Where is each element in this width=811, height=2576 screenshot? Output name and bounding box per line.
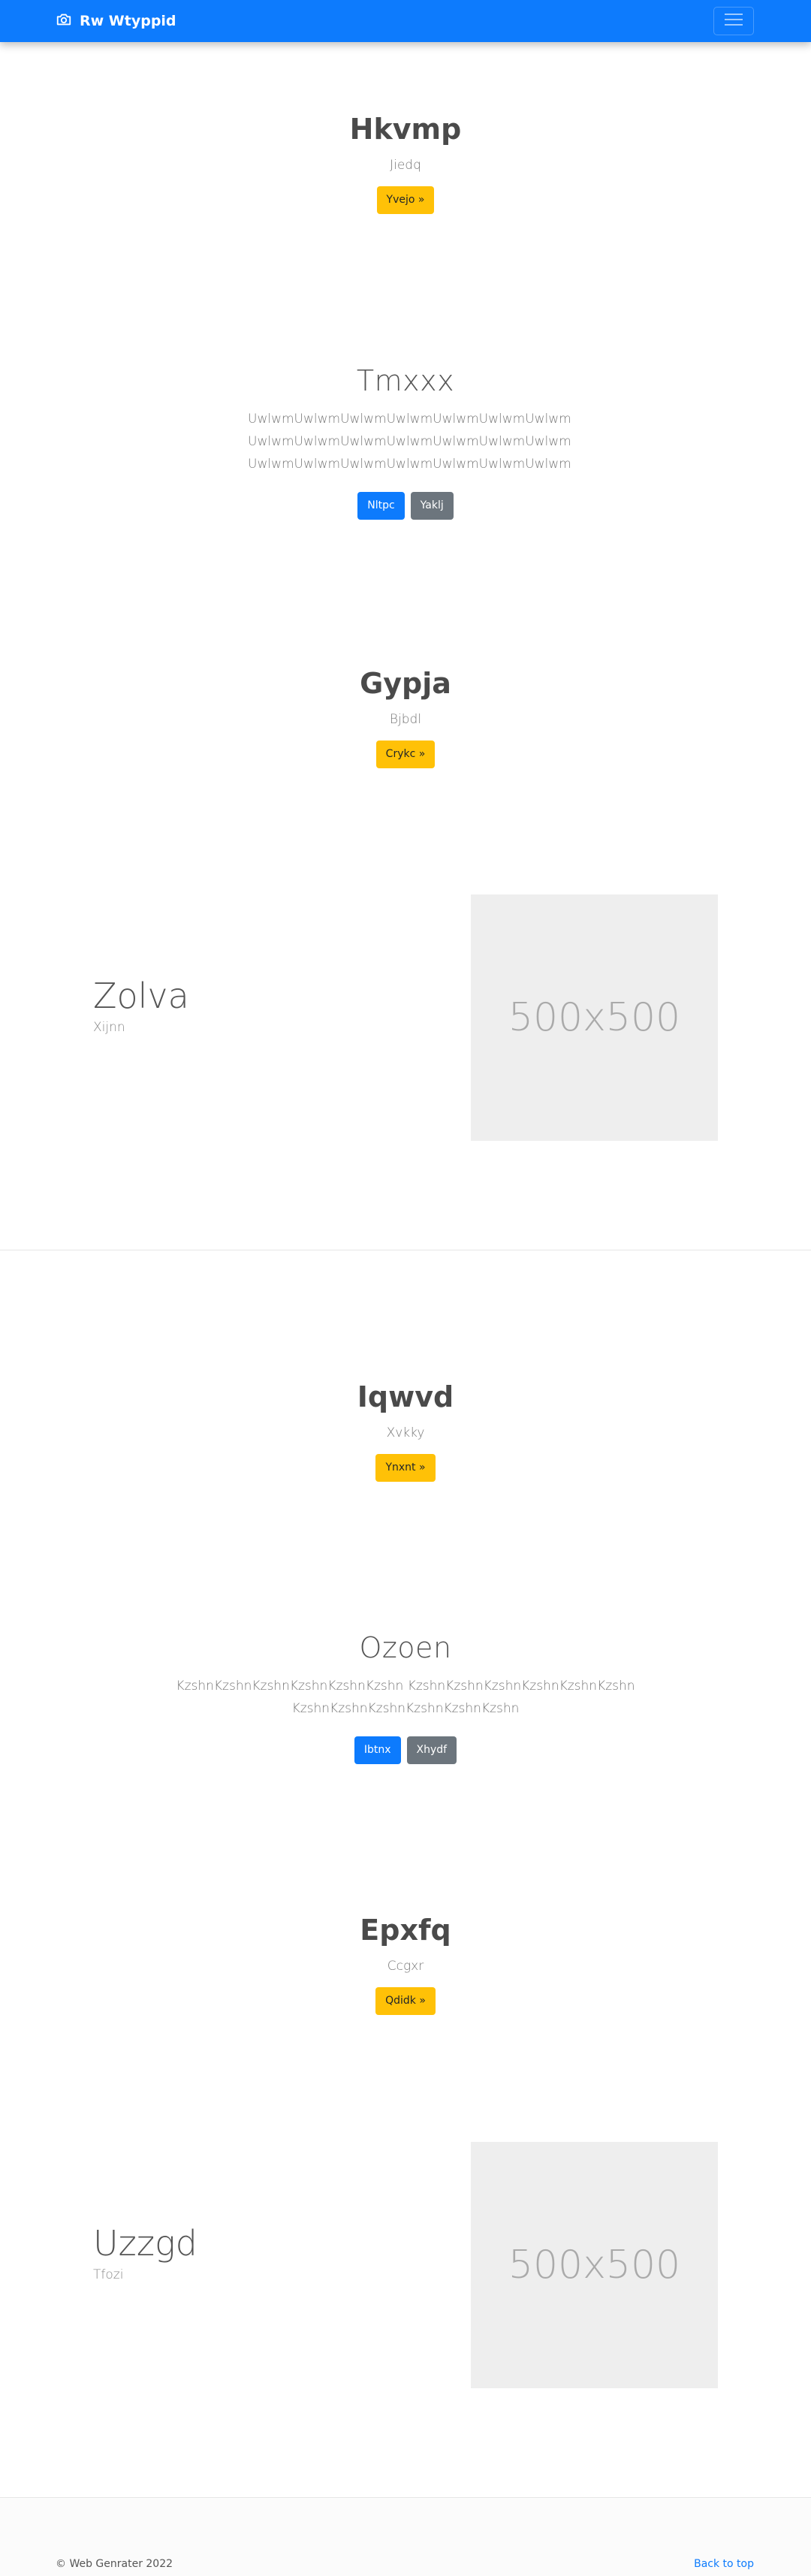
crykc-button[interactable]: Crykc » [375, 740, 436, 768]
hero-section-epxfq: Epxfq Ccgxr Qdidk » [0, 1914, 811, 2015]
ibtnx-button[interactable]: Ibtnx [354, 1736, 401, 1764]
qdidk-button[interactable]: Qdidk » [375, 1986, 436, 2015]
back-to-top-link[interactable]: Back to top [694, 2558, 754, 2570]
feature-subtitle: Xijnn [93, 1019, 125, 1035]
ynxnt-button[interactable]: Ynxnt » [375, 1453, 436, 1482]
text-section-ozoen: Ozoen KzshnKzshnKzshnKzshnKzshnKzshn Kzs… [0, 1631, 811, 1764]
hero-section-iqwvd: Iqwvd Xvkky Ynxnt » [0, 1380, 811, 1482]
section-subtitle: Ccgxr [387, 1958, 424, 1974]
hero-section-gypja: Gypja Bjbdl Crykc » [0, 667, 811, 768]
text-section-tmxxx: Tmxxx UwlwmUwlwmUwlwmUwlwmUwlwmUwlwmUwlw… [0, 364, 811, 520]
navbar-toggler-button[interactable] [713, 7, 754, 35]
nltpc-button[interactable]: Nltpc [357, 491, 405, 520]
paragraph-line: KzshnKzshnKzshnKzshnKzshnKzshn [291, 1700, 520, 1716]
paragraph-line: KzshnKzshnKzshnKzshnKzshnKzshn KzshnKzsh… [176, 1678, 635, 1694]
section-subtitle: Xvkky [386, 1425, 425, 1440]
section-title: Ozoen [359, 1631, 452, 1664]
section-subtitle: Jiedq [390, 157, 421, 173]
yaklj-button[interactable]: Yaklj [410, 491, 454, 520]
feature-section-uzzgd: Uzzgd Tfozi 500x500 [0, 2142, 811, 2388]
yvejo-button[interactable]: Yvejo » [376, 186, 435, 214]
hero-section-hkvmp: Hkvmp Jiedq Yvejo » [0, 113, 811, 214]
feature-subtitle: Tfozi [93, 2267, 124, 2282]
xhydf-button[interactable]: Xhydf [406, 1736, 457, 1764]
navbar: Rw Wtyppid [0, 0, 811, 42]
section-title: Iqwvd [357, 1380, 454, 1413]
paragraph-line: UwlwmUwlwmUwlwmUwlwmUwlwmUwlwmUwlwm [248, 433, 571, 449]
feature-title: Zolva [93, 976, 189, 1016]
hamburger-icon [723, 11, 744, 31]
section-subtitle: Bjbdl [389, 711, 422, 727]
placeholder-image: 500x500 [471, 2142, 718, 2388]
footer: © Web Genrater 2022 Back to top [0, 2497, 811, 2576]
navbar-brand[interactable]: Rw Wtyppid [56, 0, 176, 42]
section-title: Gypja [360, 667, 451, 700]
camera-icon [56, 11, 72, 32]
feature-section-zolva: Zolva Xijnn 500x500 [0, 894, 811, 1141]
placeholder-image: 500x500 [471, 894, 718, 1141]
section-title: Epxfq [360, 1914, 451, 1947]
feature-title: Uzzgd [93, 2223, 197, 2264]
paragraph-line: UwlwmUwlwmUwlwmUwlwmUwlwmUwlwmUwlwm [248, 411, 571, 427]
section-paragraph: KzshnKzshnKzshnKzshnKzshnKzshn KzshnKzsh… [165, 1675, 646, 1720]
brand-name: Rw Wtyppid [80, 13, 176, 29]
section-title: Tmxxx [356, 364, 455, 397]
section-paragraph: UwlwmUwlwmUwlwmUwlwmUwlwmUwlwmUwlwm Uwlw… [248, 408, 571, 475]
section-title: Hkvmp [349, 113, 462, 146]
copyright-text: © Web Genrater 2022 [56, 2558, 173, 2570]
paragraph-line: UwlwmUwlwmUwlwmUwlwmUwlwmUwlwmUwlwm [248, 456, 571, 472]
